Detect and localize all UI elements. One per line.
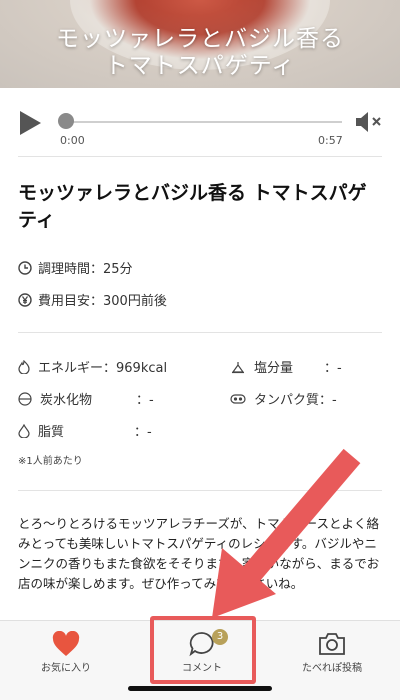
post-report-label: たべれぽ投稿	[302, 663, 362, 674]
salt-icon	[231, 361, 245, 373]
favorites-label: お気に入り	[41, 663, 91, 674]
recipe-description: とろ〜りとろけるモッツアレラチーズが、トマトソースとよく絡みとっても美味しいトマ…	[18, 516, 380, 591]
protein-icon	[230, 393, 246, 404]
flame-icon	[18, 359, 30, 374]
video-overlay-title-line2: トマトスパゲティ	[104, 53, 296, 79]
carbs-value: ：-	[136, 393, 154, 408]
fat-value: ：-	[134, 425, 152, 440]
salt-label: 塩分量	[254, 361, 294, 376]
nutrition-protein: タンパク質 ：-	[230, 389, 337, 408]
per-serving-note: ※1人前あたり	[18, 456, 83, 467]
cost-row: 費用目安：300円前後	[18, 290, 167, 309]
energy-label: エネルギー	[38, 361, 104, 376]
nutrition-energy: エネルギー ：969kcal	[18, 357, 167, 376]
salt-value: ：-	[324, 361, 342, 376]
energy-value: ：969kcal	[103, 361, 168, 376]
total-time: 0:57	[318, 134, 343, 147]
video-player-controls: 0:00 0:57	[0, 92, 400, 152]
divider	[18, 490, 382, 491]
video-overlay-title: モッツァレラとバジル香る トマトスパゲティ	[0, 26, 400, 80]
annotation-highlight-box	[150, 616, 256, 684]
nutrition-carbs: 炭水化物 ：-	[18, 389, 154, 408]
divider	[18, 156, 382, 157]
cost: 費用目安：300円前後	[38, 294, 167, 309]
heart-icon	[52, 631, 80, 656]
camera-icon	[319, 633, 345, 655]
seek-bar-handle[interactable]	[58, 113, 74, 129]
fat-label: 脂質	[38, 425, 65, 440]
clock-icon	[18, 260, 32, 275]
tab-post-report[interactable]: たべれぽ投稿	[272, 627, 392, 677]
cook-time: 調理時間：25分	[38, 262, 133, 277]
tab-favorites[interactable]: お気に入り	[6, 627, 126, 677]
play-icon[interactable]	[18, 110, 42, 136]
drop-icon	[18, 423, 30, 438]
nutrition-fat: 脂質 ：-	[18, 421, 152, 440]
video-overlay-title-line1: モッツァレラとバジル香る	[56, 26, 344, 52]
current-time: 0:00	[60, 134, 85, 147]
protein-value: ：-	[319, 393, 337, 408]
nutrition-salt: 塩分量 ：-	[230, 357, 342, 376]
home-indicator	[128, 686, 272, 691]
yen-icon	[18, 292, 32, 307]
seek-bar-track[interactable]	[66, 121, 342, 123]
speaker-muted-icon[interactable]	[355, 110, 383, 134]
bowl-icon	[18, 391, 32, 406]
cook-time-row: 調理時間：25分	[18, 258, 133, 277]
divider	[18, 332, 382, 333]
recipe-title: モッツァレラとバジル香る トマトスパゲティ	[18, 182, 367, 231]
carbs-label: 炭水化物	[40, 393, 93, 408]
recipe-video-thumbnail[interactable]: モッツァレラとバジル香る トマトスパゲティ	[0, 0, 400, 88]
protein-label: タンパク質	[254, 393, 320, 408]
